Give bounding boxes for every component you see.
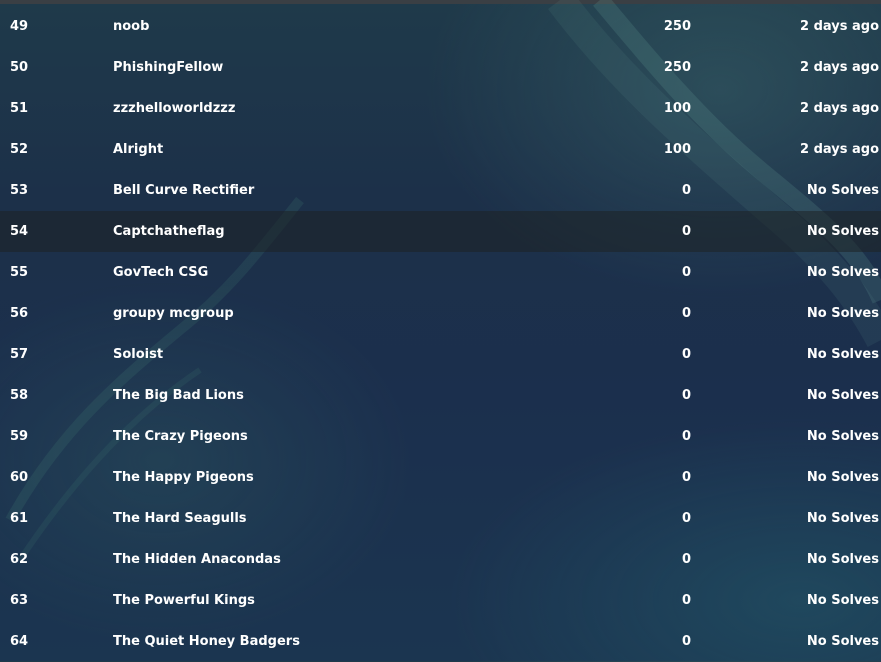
table-row: 61 The Hard Seagulls 0 No Solves: [0, 498, 881, 539]
scoreboard-table: 49 noob 250 2 days ago 50 PhishingFellow…: [0, 6, 881, 662]
last-solve-cell: No Solves: [806, 388, 879, 403]
team-name-link[interactable]: Alright: [113, 129, 163, 170]
place-cell: 56: [10, 306, 29, 321]
table-row: 58 The Big Bad Lions 0 No Solves: [0, 375, 881, 416]
last-solve-cell: 2 days ago: [800, 19, 879, 34]
place-cell: 49: [10, 19, 29, 34]
table-row: 50 PhishingFellow 250 2 days ago: [0, 47, 881, 88]
score-cell: 0: [681, 183, 691, 198]
place-cell: 59: [10, 429, 29, 444]
place-cell: 51: [10, 101, 29, 116]
top-border: [0, 0, 881, 4]
score-cell: 0: [681, 306, 691, 321]
table-row: 63 The Powerful Kings 0 No Solves: [0, 580, 881, 621]
score-cell: 0: [681, 224, 691, 239]
last-solve-cell: 2 days ago: [800, 142, 879, 157]
team-name-link[interactable]: groupy mcgroup: [113, 293, 234, 334]
score-cell: 0: [681, 593, 691, 608]
place-cell: 52: [10, 142, 29, 157]
team-name-link[interactable]: Captchatheflag: [113, 211, 225, 252]
last-solve-cell: 2 days ago: [800, 60, 879, 75]
score-cell: 0: [681, 552, 691, 567]
place-cell: 61: [10, 511, 29, 526]
team-name-link[interactable]: PhishingFellow: [113, 47, 223, 88]
table-row: 53 Bell Curve Rectifier 0 No Solves: [0, 170, 881, 211]
score-cell: 100: [663, 142, 691, 157]
team-name-link[interactable]: The Happy Pigeons: [113, 457, 254, 498]
table-row-hovered: 54 Captchatheflag 0 No Solves: [0, 211, 881, 252]
place-cell: 60: [10, 470, 29, 485]
last-solve-cell: 2 days ago: [800, 101, 879, 116]
table-row: 57 Soloist 0 No Solves: [0, 334, 881, 375]
table-row: 49 noob 250 2 days ago: [0, 6, 881, 47]
score-cell: 0: [681, 634, 691, 649]
score-cell: 100: [663, 101, 691, 116]
last-solve-cell: No Solves: [806, 511, 879, 526]
place-cell: 55: [10, 265, 29, 280]
team-name-link[interactable]: The Quiet Honey Badgers: [113, 621, 300, 662]
last-solve-cell: No Solves: [806, 593, 879, 608]
place-cell: 57: [10, 347, 29, 362]
last-solve-cell: No Solves: [806, 552, 879, 567]
team-name-link[interactable]: The Powerful Kings: [113, 580, 255, 621]
score-cell: 250: [663, 19, 691, 34]
last-solve-cell: No Solves: [806, 429, 879, 444]
table-row: 64 The Quiet Honey Badgers 0 No Solves: [0, 621, 881, 662]
last-solve-cell: No Solves: [806, 470, 879, 485]
last-solve-cell: No Solves: [806, 224, 879, 239]
table-row: 52 Alright 100 2 days ago: [0, 129, 881, 170]
score-cell: 0: [681, 511, 691, 526]
place-cell: 64: [10, 634, 29, 649]
table-row: 59 The Crazy Pigeons 0 No Solves: [0, 416, 881, 457]
score-cell: 250: [663, 60, 691, 75]
last-solve-cell: No Solves: [806, 265, 879, 280]
place-cell: 53: [10, 183, 29, 198]
team-name-link[interactable]: GovTech CSG: [113, 252, 208, 293]
table-row: 60 The Happy Pigeons 0 No Solves: [0, 457, 881, 498]
table-row: 62 The Hidden Anacondas 0 No Solves: [0, 539, 881, 580]
score-cell: 0: [681, 265, 691, 280]
team-name-link[interactable]: Soloist: [113, 334, 163, 375]
team-name-link[interactable]: The Hard Seagulls: [113, 498, 247, 539]
team-name-link[interactable]: The Hidden Anacondas: [113, 539, 281, 580]
place-cell: 62: [10, 552, 29, 567]
team-name-link[interactable]: zzzhelloworldzzz: [113, 88, 235, 129]
score-cell: 0: [681, 388, 691, 403]
team-name-link[interactable]: The Crazy Pigeons: [113, 416, 248, 457]
table-row: 56 groupy mcgroup 0 No Solves: [0, 293, 881, 334]
table-row: 55 GovTech CSG 0 No Solves: [0, 252, 881, 293]
last-solve-cell: No Solves: [806, 634, 879, 649]
last-solve-cell: No Solves: [806, 347, 879, 362]
last-solve-cell: No Solves: [806, 306, 879, 321]
score-cell: 0: [681, 470, 691, 485]
place-cell: 58: [10, 388, 29, 403]
score-cell: 0: [681, 429, 691, 444]
score-cell: 0: [681, 347, 691, 362]
place-cell: 54: [10, 224, 29, 239]
team-name-link[interactable]: The Big Bad Lions: [113, 375, 244, 416]
place-cell: 50: [10, 60, 29, 75]
table-row: 51 zzzhelloworldzzz 100 2 days ago: [0, 88, 881, 129]
place-cell: 63: [10, 593, 29, 608]
team-name-link[interactable]: noob: [113, 6, 149, 47]
team-name-link[interactable]: Bell Curve Rectifier: [113, 170, 254, 211]
last-solve-cell: No Solves: [806, 183, 879, 198]
